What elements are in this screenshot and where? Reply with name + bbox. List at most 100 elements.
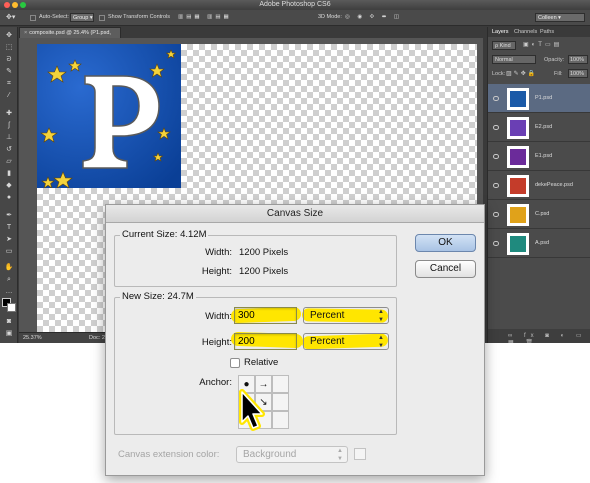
new-width-label: Width:	[205, 311, 232, 322]
relative-label[interactable]: Relative	[244, 357, 278, 368]
anchor-bottom-right[interactable]	[272, 411, 289, 429]
layer-name: P1.psd	[535, 95, 553, 101]
tab-channels[interactable]: Channels	[514, 29, 537, 35]
healing-tool-icon[interactable]: ✚	[3, 109, 15, 118]
layer-row[interactable]: dekePeace.psd	[488, 171, 590, 200]
eyedropper-tool-icon[interactable]: ⁄	[3, 91, 15, 100]
3d-mode-label: 3D Mode:	[318, 14, 342, 20]
layer-thumbnail-art	[510, 207, 526, 223]
app-title: Adobe Photoshop CS6	[259, 1, 331, 8]
eye-icon[interactable]	[493, 154, 499, 159]
layer-row[interactable]: C.psd	[488, 200, 590, 229]
anchor-middle-right[interactable]	[272, 393, 289, 411]
eye-icon[interactable]	[493, 96, 499, 101]
zoom-level[interactable]: 25.37%	[23, 333, 42, 343]
extension-color-select[interactable]: Background ▲ ▼	[236, 446, 348, 463]
ok-button[interactable]: OK	[415, 234, 476, 252]
width-unit-select[interactable]: Percent ▲ ▼	[303, 307, 389, 324]
select-arrows-icon: ▲ ▼	[378, 309, 384, 323]
extension-color-label: Canvas extension color:	[118, 449, 220, 460]
layer-thumbnail-art	[510, 178, 526, 194]
eye-icon[interactable]	[493, 125, 499, 130]
cancel-button[interactable]: Cancel	[415, 260, 476, 278]
auto-select-dropdown[interactable]: Group ▾	[70, 13, 94, 22]
zoom-tool-icon[interactable]: ⌕	[3, 275, 15, 284]
opacity-label: Opacity:	[544, 57, 565, 63]
layer-row[interactable]: E2.psd	[488, 113, 590, 142]
3d-tools-icon[interactable]: ◎ ◉ ✣ ⬌ ◫	[345, 14, 402, 20]
layer-thumbnail	[507, 233, 529, 255]
hand-tool-icon[interactable]: ✋	[3, 263, 15, 272]
screen-mode-icon[interactable]: ▣	[3, 329, 15, 338]
layer-actions-icons[interactable]: ∞ fx ◙ ◐ ▭ ▦ 🗑	[508, 332, 590, 343]
layer-thumbnail-art	[510, 149, 526, 165]
close-tab-icon[interactable]: ×	[24, 30, 27, 36]
height-input[interactable]: 200	[234, 333, 297, 350]
relative-checkbox[interactable]	[230, 358, 240, 368]
path-select-tool-icon[interactable]: ➤	[3, 235, 15, 244]
workspace-dropdown[interactable]: Colleen ▾	[535, 13, 585, 22]
stamp-tool-icon[interactable]: ⊥	[3, 133, 15, 142]
fill-field[interactable]: 100%	[568, 69, 588, 78]
show-transform-checkbox[interactable]	[99, 15, 105, 21]
layer-thumbnail-art	[510, 91, 526, 107]
cursor-pointer-icon	[239, 389, 265, 431]
layer-name: dekePeace.psd	[535, 182, 573, 188]
tab-paths[interactable]: Paths	[540, 29, 554, 35]
marquee-tool-icon[interactable]: ⬚	[3, 43, 15, 52]
filter-icons[interactable]: ▣◐T▭▤	[523, 41, 562, 48]
opacity-field[interactable]: 100%	[568, 55, 588, 64]
current-size-group	[114, 235, 397, 287]
current-width-value: 1200 Pixels	[239, 247, 289, 258]
pen-tool-icon[interactable]: ✒	[3, 211, 15, 220]
layer-row[interactable]: A.psd	[488, 229, 590, 258]
tab-layers[interactable]: Layers	[492, 29, 509, 35]
current-size-legend: Current Size: 4.12M	[120, 229, 209, 240]
history-brush-tool-icon[interactable]: ↺	[3, 145, 15, 154]
align-buttons-icon[interactable]: ▥▤▦ ▥▤▦	[178, 14, 232, 20]
filter-kind-dropdown[interactable]: ρ Kind	[492, 41, 516, 50]
blend-mode-dropdown[interactable]: Normal	[492, 55, 536, 64]
current-width-label: Width:	[205, 247, 232, 258]
layer-name: E1.psd	[535, 153, 553, 159]
lock-label: Lock:	[492, 71, 506, 77]
letter-p-image	[37, 44, 181, 188]
canvas-size-dialog: Canvas Size Current Size: 4.12M Width: 1…	[105, 204, 485, 476]
layer-row[interactable]: E1.psd	[488, 142, 590, 171]
eye-icon[interactable]	[493, 241, 499, 246]
quick-mask-icon[interactable]: ◙	[3, 317, 15, 326]
layer-name: C.psd	[535, 211, 550, 217]
dodge-tool-icon[interactable]: ●	[3, 193, 15, 202]
move-tool-icon[interactable]: ✥▾	[6, 13, 15, 21]
anchor-label: Anchor:	[199, 377, 232, 388]
eye-icon[interactable]	[493, 183, 499, 188]
eye-icon[interactable]	[493, 212, 499, 217]
brush-tool-icon[interactable]: ʃ	[3, 121, 15, 130]
move-tool-icon[interactable]: ✥	[3, 31, 15, 40]
layer-thumbnail-art	[510, 236, 526, 252]
select-arrows-icon: ▲ ▼	[378, 335, 384, 349]
width-input[interactable]: 300	[234, 307, 297, 324]
lasso-tool-icon[interactable]: ᘐ	[3, 55, 15, 64]
extension-color-swatch[interactable]	[354, 448, 366, 460]
layer-thumbnail	[507, 146, 529, 168]
document-tab[interactable]: ×composite.psd @ 25.4% (P1.psd, RGB/8) *	[19, 27, 121, 46]
quick-select-tool-icon[interactable]: ✎	[3, 67, 15, 76]
layers-panel-tabs: Layers Channels Paths	[488, 27, 590, 37]
crop-tool-icon[interactable]: ⌗	[3, 79, 15, 88]
background-color-swatch[interactable]	[7, 303, 16, 312]
tools-panel: ✥ ⬚ ᘐ ✎ ⌗ ⁄ ✚ ʃ ⊥ ↺ ▱ ▮ ◆ ● ✒ T ➤ ▭ ✋ ⌕ …	[0, 27, 18, 343]
eraser-tool-icon[interactable]: ▱	[3, 157, 15, 166]
layer-row[interactable]: P1.psd	[488, 84, 590, 113]
height-unit-select[interactable]: Percent ▲ ▼	[303, 333, 389, 350]
gradient-tool-icon[interactable]: ▮	[3, 169, 15, 178]
extras-tool-icon[interactable]: …	[3, 287, 15, 296]
lock-icons[interactable]: ▨✎✥🔒	[506, 70, 537, 77]
layer-thumbnail	[507, 88, 529, 110]
anchor-top-right[interactable]	[272, 375, 289, 393]
blur-tool-icon[interactable]: ◆	[3, 181, 15, 190]
auto-select-checkbox[interactable]	[30, 15, 36, 21]
layers-footer: ∞ fx ◙ ◐ ▭ ▦ 🗑	[488, 329, 590, 343]
type-tool-icon[interactable]: T	[3, 223, 15, 232]
shape-tool-icon[interactable]: ▭	[3, 247, 15, 256]
